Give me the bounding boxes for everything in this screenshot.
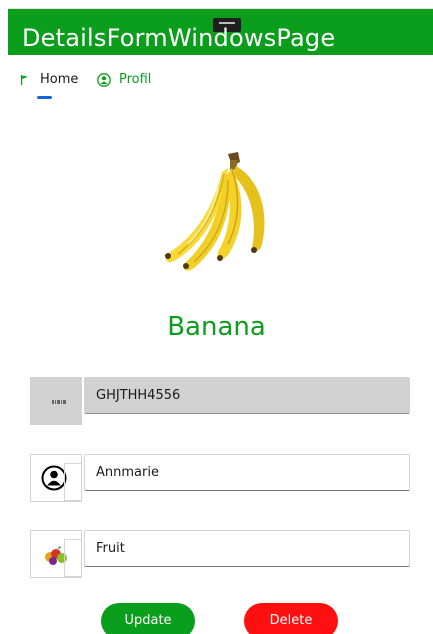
owner-name-input[interactable]: Annmarie: [84, 454, 410, 491]
code-icon-box: [30, 377, 82, 425]
delete-button[interactable]: Delete: [244, 603, 338, 634]
nav-selected-indicator: [37, 96, 52, 99]
banana-image: [165, 152, 265, 271]
navigation-bar: Home Profil: [0, 64, 433, 104]
product-code-row: GHJTHH4556: [30, 377, 410, 425]
details-form-page: DetailsFormWindowsPage Home Profil Banan…: [0, 0, 433, 634]
category-input[interactable]: Fruit: [84, 530, 410, 567]
nav-item-profil[interactable]: Profil: [97, 72, 151, 87]
category-row: Fruit: [30, 530, 410, 578]
nav-item-home[interactable]: Home: [20, 72, 78, 87]
owner-name-row: Annmarie: [30, 454, 410, 502]
icon-box-inner-frame: [64, 539, 82, 577]
person-circle-icon: [97, 72, 111, 87]
nav-item-label: Profil: [119, 72, 152, 87]
title-bar: DetailsFormWindowsPage: [8, 9, 433, 55]
update-button[interactable]: Update: [101, 603, 195, 634]
icon-box-inner-frame: [64, 463, 82, 501]
category-icon-box: [30, 530, 82, 578]
page-title: DetailsFormWindowsPage: [22, 24, 336, 52]
barcode-icon: [52, 400, 66, 404]
product-name: Banana: [167, 312, 266, 342]
product-code-field: GHJTHH4556: [84, 377, 410, 414]
name-icon-box: [30, 454, 82, 502]
nav-item-label: Home: [40, 72, 79, 87]
flag-icon: [21, 74, 28, 85]
